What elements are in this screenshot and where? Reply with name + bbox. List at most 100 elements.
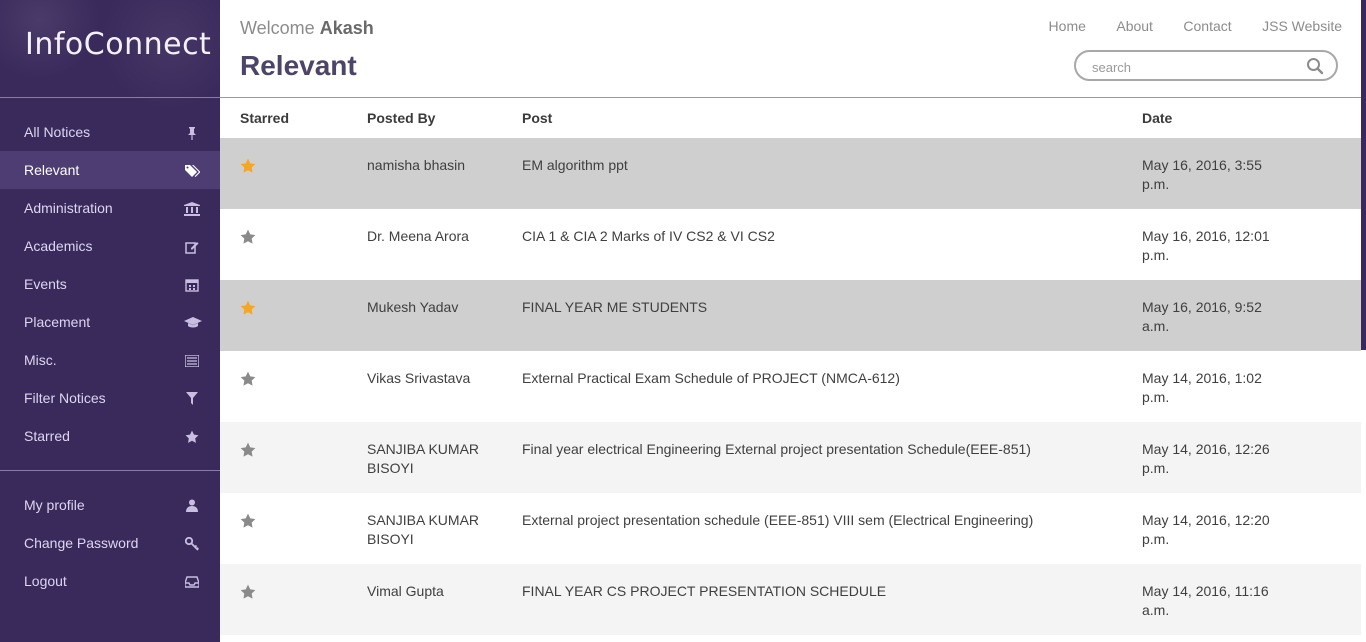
table-header: Starred Posted By Post Date (220, 98, 1361, 138)
sidebar-item-label: Relevant (24, 162, 80, 178)
user-name: Akash (319, 18, 374, 38)
logo[interactable]: InfoConnect (0, 0, 220, 98)
sidebar-item-label: Events (24, 276, 67, 292)
search-box (1074, 50, 1338, 81)
date-cell: May 14, 2016, 11:16 a.m. (1142, 583, 1269, 618)
star-toggle[interactable] (240, 229, 256, 245)
sidebar: InfoConnect All Notices Relevant Adminis… (0, 0, 220, 642)
posted-by-cell: SANJIBA KUMAR BISOYI (367, 441, 480, 476)
filter-icon (184, 379, 200, 417)
sidebar-item-academics[interactable]: Academics (0, 227, 220, 265)
post-link[interactable]: CIA 1 & CIA 2 Marks of IV CS2 & VI CS2 (522, 227, 1102, 246)
sidebar-item-all-notices[interactable]: All Notices (0, 113, 220, 151)
table-row[interactable]: SANJIBA KUMAR BISOYI Final year electric… (220, 422, 1361, 493)
tags-icon (184, 151, 201, 189)
sidebar-nav: All Notices Relevant Administration Acad… (0, 113, 220, 455)
pin-icon (184, 113, 200, 151)
nav-link-contact[interactable]: Contact (1183, 18, 1231, 34)
nav-link-about[interactable]: About (1116, 18, 1153, 34)
post-link[interactable]: EM algorithm ppt (522, 156, 1102, 175)
sidebar-item-filter-notices[interactable]: Filter Notices (0, 379, 220, 417)
sidebar-item-label: Starred (24, 428, 70, 444)
posted-by-cell: namisha bhasin (367, 157, 466, 173)
column-header-posted-by[interactable]: Posted By (367, 110, 435, 126)
sidebar-item-label: Academics (24, 238, 93, 254)
sidebar-item-label: All Notices (24, 124, 91, 140)
list-icon (184, 341, 200, 379)
sidebar-item-label: Change Password (24, 535, 139, 551)
sidebar-item-relevant[interactable]: Relevant (0, 151, 220, 189)
key-icon (184, 524, 200, 562)
sidebar-item-my-profile[interactable]: My profile (0, 486, 220, 524)
welcome-prefix: Welcome (240, 18, 315, 38)
sidebar-item-label: Placement (24, 314, 91, 330)
sidebar-item-label: Filter Notices (24, 390, 106, 406)
star-icon (240, 300, 256, 315)
sidebar-item-label: My profile (24, 497, 85, 513)
inbox-icon (184, 562, 200, 600)
search-icon[interactable] (1306, 57, 1324, 75)
institution-icon (184, 189, 200, 227)
edit-icon (184, 227, 200, 265)
nav-link-jss-website[interactable]: JSS Website (1262, 18, 1342, 34)
star-toggle[interactable] (240, 584, 256, 600)
sidebar-item-placement[interactable]: Placement (0, 303, 220, 341)
star-toggle[interactable] (240, 300, 256, 316)
star-toggle[interactable] (240, 158, 256, 174)
date-cell: May 14, 2016, 1:02 p.m. (1142, 370, 1262, 405)
sidebar-item-administration[interactable]: Administration (0, 189, 220, 227)
header: Welcome Akash Relevant Home About Contac… (220, 0, 1366, 98)
table-row[interactable]: Mukesh Yadav FINAL YEAR ME STUDENTS May … (220, 280, 1361, 351)
date-cell: May 14, 2016, 12:26 p.m. (1142, 441, 1270, 476)
table-row[interactable]: SANJIBA KUMAR BISOYI External project pr… (220, 493, 1361, 564)
date-cell: May 16, 2016, 3:55 p.m. (1142, 157, 1262, 192)
star-toggle[interactable] (240, 442, 256, 458)
column-header-date[interactable]: Date (1142, 110, 1172, 126)
column-header-starred[interactable]: Starred (240, 110, 289, 126)
star-icon (240, 158, 256, 173)
date-cell: May 16, 2016, 9:52 a.m. (1142, 299, 1262, 334)
scrollbar[interactable] (1361, 0, 1366, 350)
sidebar-item-misc[interactable]: Misc. (0, 341, 220, 379)
table-row[interactable]: Dr. Meena Arora CIA 1 & CIA 2 Marks of I… (220, 209, 1361, 280)
sidebar-item-logout[interactable]: Logout (0, 562, 220, 600)
welcome-text: Welcome Akash (240, 18, 374, 39)
sidebar-item-label: Administration (24, 200, 113, 216)
star-toggle[interactable] (240, 513, 256, 529)
post-link[interactable]: FINAL YEAR CS PROJECT PRESENTATION SCHED… (522, 582, 1102, 601)
search-input[interactable] (1090, 57, 1294, 77)
post-link[interactable]: Final year electrical Engineering Extern… (522, 440, 1102, 459)
table-row[interactable]: Vikas Srivastava External Practical Exam… (220, 351, 1361, 422)
page-title: Relevant (240, 50, 357, 81)
date-cell: May 14, 2016, 12:20 p.m. (1142, 512, 1270, 547)
graduation-cap-icon (184, 303, 202, 341)
sidebar-item-label: Logout (24, 573, 67, 589)
sidebar-item-change-password[interactable]: Change Password (0, 524, 220, 562)
date-cell: May 16, 2016, 12:01 p.m. (1142, 228, 1270, 263)
star-icon (240, 371, 256, 386)
logo-text: InfoConnect (25, 27, 212, 62)
table-row[interactable]: Vimal Gupta FINAL YEAR CS PROJECT PRESEN… (220, 564, 1361, 635)
sidebar-item-label: Misc. (24, 352, 57, 368)
posted-by-cell: Dr. Meena Arora (367, 228, 469, 244)
top-nav: Home About Contact JSS Website (1023, 18, 1342, 36)
star-icon (240, 442, 256, 457)
post-link[interactable]: External Practical Exam Schedule of PROJ… (522, 369, 1102, 388)
sidebar-divider (0, 470, 220, 471)
sidebar-item-events[interactable]: Events (0, 265, 220, 303)
posted-by-cell: SANJIBA KUMAR BISOYI (367, 512, 480, 547)
posted-by-cell: Vimal Gupta (367, 583, 444, 599)
post-link[interactable]: FINAL YEAR ME STUDENTS (522, 298, 1102, 317)
column-header-post[interactable]: Post (522, 110, 552, 126)
table-row[interactable]: namisha bhasin EM algorithm ppt May 16, … (220, 138, 1361, 209)
star-toggle[interactable] (240, 371, 256, 387)
post-link[interactable]: External project presentation schedule (… (522, 511, 1102, 530)
user-icon (184, 486, 200, 524)
posted-by-cell: Mukesh Yadav (367, 299, 459, 315)
notices-table: Starred Posted By Post Date namisha bhas… (220, 98, 1361, 635)
posted-by-cell: Vikas Srivastava (367, 370, 471, 386)
sidebar-item-starred[interactable]: Starred (0, 417, 220, 455)
star-icon (240, 229, 256, 244)
calendar-icon (184, 265, 200, 303)
nav-link-home[interactable]: Home (1049, 18, 1086, 34)
